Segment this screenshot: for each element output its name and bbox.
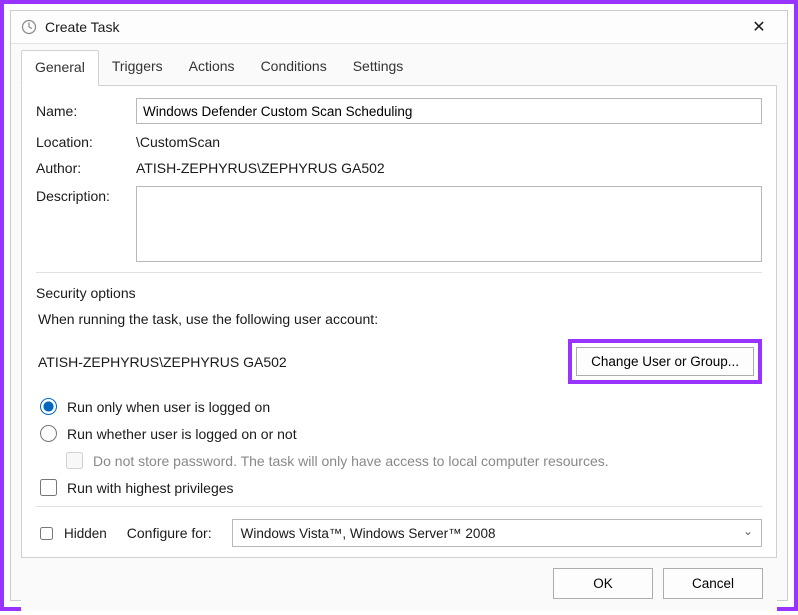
highest-priv-label: Run with highest privileges [67, 480, 234, 496]
name-input[interactable] [136, 98, 762, 124]
close-button[interactable]: ✕ [739, 11, 779, 43]
dialog-footer: OK Cancel [21, 558, 777, 611]
checkbox-highest-priv-option[interactable]: Run with highest privileges [38, 479, 762, 496]
author-label: Author: [36, 160, 136, 176]
name-label: Name: [36, 103, 136, 119]
tab-conditions[interactable]: Conditions [248, 50, 340, 85]
checkbox-hidden-option[interactable]: Hidden [36, 524, 107, 543]
no-store-pw-label: Do not store password. The task will onl… [93, 453, 609, 469]
radio-logged-on[interactable] [40, 398, 57, 415]
checkbox-no-store-pw [66, 452, 83, 469]
user-account-value: ATISH-ZEPHYRUS\ZEPHYRUS GA502 [38, 354, 568, 370]
window-title: Create Task [45, 19, 739, 35]
tab-general[interactable]: General [21, 50, 99, 86]
security-options-label: Security options [36, 285, 762, 301]
checkbox-no-store-pw-option: Do not store password. The task will onl… [64, 452, 762, 469]
location-value: \CustomScan [136, 134, 220, 150]
tab-triggers[interactable]: Triggers [99, 50, 176, 85]
checkbox-highest-priv[interactable] [40, 479, 57, 496]
configure-for-value: Windows Vista™, Windows Server™ 2008 [241, 526, 496, 541]
change-user-button[interactable]: Change User or Group... [576, 347, 754, 376]
radio-logged-on-label: Run only when user is logged on [67, 399, 270, 415]
create-task-dialog: Create Task ✕ General Triggers Actions C… [10, 10, 788, 601]
cancel-button[interactable]: Cancel [663, 568, 763, 599]
location-label: Location: [36, 134, 136, 150]
ok-button[interactable]: OK [553, 568, 653, 599]
radio-logged-on-option[interactable]: Run only when user is logged on [38, 398, 762, 415]
highlight-box: Change User or Group... [568, 339, 762, 384]
author-value: ATISH-ZEPHYRUS\ZEPHYRUS GA502 [136, 160, 385, 176]
description-label: Description: [36, 186, 136, 204]
hidden-label: Hidden [64, 526, 107, 541]
tab-actions[interactable]: Actions [176, 50, 248, 85]
when-running-text: When running the task, use the following… [38, 311, 762, 327]
tab-body-general: Name: Location: \CustomScan Author: ATIS… [21, 86, 777, 558]
configure-for-label: Configure for: [127, 525, 212, 541]
description-input[interactable] [136, 186, 762, 262]
title-bar: Create Task ✕ [11, 11, 787, 44]
radio-not-logged-option[interactable]: Run whether user is logged on or not [38, 425, 762, 442]
configure-for-select[interactable]: Windows Vista™, Windows Server™ 2008 [232, 519, 762, 547]
tab-strip: General Triggers Actions Conditions Sett… [21, 50, 777, 86]
tab-settings[interactable]: Settings [340, 50, 417, 85]
task-scheduler-icon [21, 19, 37, 35]
radio-not-logged[interactable] [40, 425, 57, 442]
checkbox-hidden[interactable] [40, 527, 53, 540]
radio-not-logged-label: Run whether user is logged on or not [67, 426, 297, 442]
